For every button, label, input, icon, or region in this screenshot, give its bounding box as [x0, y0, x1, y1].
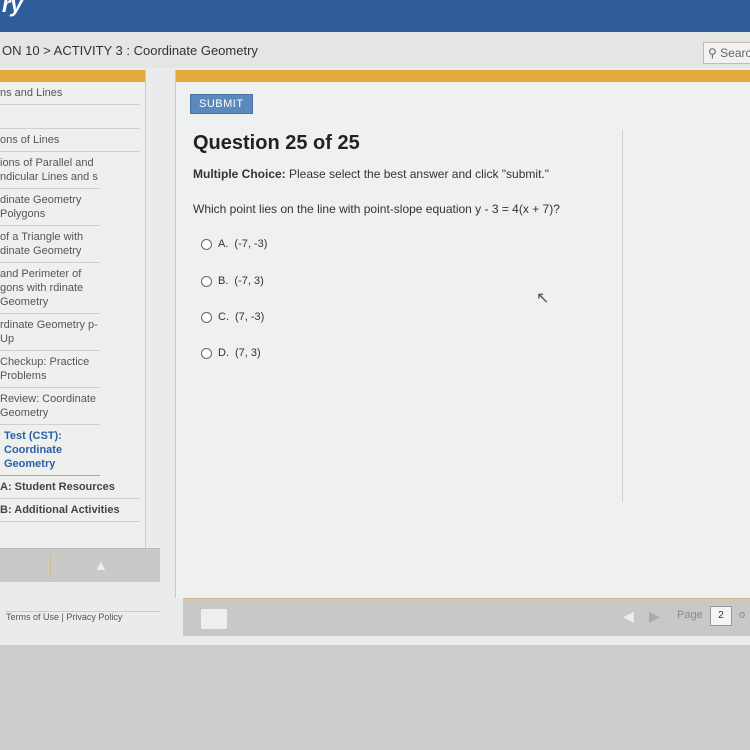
sidebar-item[interactable]: ons of Lines: [0, 129, 140, 152]
sidebar-item[interactable]: B: Additional Activities: [0, 499, 140, 522]
radio-button[interactable]: [201, 311, 212, 323]
sidebar-item[interactable]: dinate Geometry Polygons: [0, 189, 100, 226]
top-bar: ry: [0, 0, 750, 32]
sidebar-item[interactable]: A: Student Resources: [0, 476, 140, 499]
panel-accent-bar: [176, 70, 750, 82]
sidebar-item[interactable]: Review: Coordinate Geometry: [0, 388, 100, 425]
sidebar-item-active[interactable]: Test (CST): Coordinate Geometry: [0, 425, 100, 476]
sidebar: ns and Lines ons of Lines ions of Parall…: [0, 70, 146, 548]
radio-button[interactable]: [201, 347, 212, 359]
page-input[interactable]: 2: [710, 606, 732, 626]
footer-separator: |: [61, 612, 64, 622]
option-a[interactable]: A. (-7, -3): [201, 238, 267, 250]
sidebar-item[interactable]: and Perimeter of gons with rdinate Geome…: [0, 263, 100, 314]
breadcrumb: ON 10 > ACTIVITY 3 : Coordinate Geometry: [2, 43, 258, 58]
instruction: Multiple Choice: Please select the best …: [193, 167, 549, 181]
sidebar-item[interactable]: ions of Parallel and ndicular Lines and …: [0, 152, 100, 189]
page-label: Page: [677, 609, 703, 621]
question-prompt: Which point lies on the line with point-…: [193, 202, 560, 216]
sidebar-item[interactable]: ns and Lines: [0, 82, 140, 105]
printer-icon[interactable]: [201, 609, 227, 629]
arrow-up-icon[interactable]: ▲: [94, 557, 108, 573]
option-d[interactable]: D. (7, 3): [201, 347, 261, 359]
radio-button[interactable]: [201, 238, 212, 250]
sidebar-nav: ▲: [0, 548, 160, 582]
logo: ry: [2, 0, 23, 17]
arrow-left-icon[interactable]: ◀: [623, 608, 634, 625]
sidebar-item[interactable]: Checkup: Practice Problems: [0, 351, 100, 388]
radio-button[interactable]: [201, 275, 212, 287]
question-title: Question 25 of 25: [193, 132, 360, 154]
privacy-link[interactable]: Privacy Policy: [66, 612, 122, 622]
arrow-right-icon[interactable]: ▶: [649, 608, 660, 625]
sidebar-item[interactable]: rdinate Geometry p-Up: [0, 314, 100, 351]
option-c[interactable]: C. (7, -3): [201, 311, 264, 323]
breadcrumb-bar: ON 10 > ACTIVITY 3 : Coordinate Geometry: [0, 32, 750, 68]
question-panel: SUBMIT Question 25 of 25 Multiple Choice…: [175, 70, 750, 598]
mouse-cursor-icon: ↖: [536, 290, 550, 307]
page-of-label: o: [739, 609, 746, 621]
option-b[interactable]: B. (-7, 3): [201, 275, 264, 287]
search-input[interactable]: ⚲ Searc: [703, 42, 750, 64]
sidebar-item[interactable]: of a Triangle with dinate Geometry: [0, 226, 100, 263]
sidebar-accent-bar: [0, 70, 145, 82]
screen-bezel: [0, 645, 750, 750]
search-icon: ⚲: [708, 46, 717, 60]
submit-button[interactable]: SUBMIT: [190, 94, 253, 114]
bottom-toolbar: ◀ ▶ Page 2 o: [183, 598, 750, 636]
divider: [622, 130, 623, 502]
terms-link[interactable]: Terms of Use: [6, 612, 59, 622]
footer: Terms of Use | Privacy Policy: [6, 611, 160, 622]
sidebar-item[interactable]: [0, 105, 140, 129]
divider: [50, 555, 51, 577]
